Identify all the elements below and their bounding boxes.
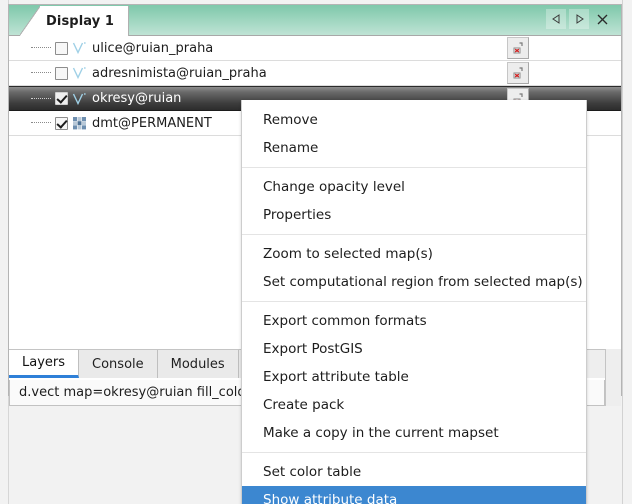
menu-separator [242,301,586,302]
menu-item-export-attribute-table[interactable]: Export attribute table [242,363,586,391]
tab-layers-label: Layers [22,355,66,370]
menu-separator [242,452,586,453]
menu-item-create-pack[interactable]: Create pack [242,391,586,419]
menu-item-export-attribute-table-label: Export attribute table [263,369,409,385]
tab-modules-label: Modules [170,356,225,372]
tree-connector-icon [31,72,51,74]
layer-visibility-checkbox[interactable] [55,116,68,130]
menu-item-export-postgis-label: Export PostGIS [263,341,363,357]
menu-separator [242,234,586,235]
menu-item-zoom-to-selected-maps[interactable]: Zoom to selected map(s) [242,240,586,268]
close-x-icon[interactable] [592,9,612,29]
layer-visibility-checkbox[interactable] [55,41,68,55]
menu-item-rename[interactable]: Rename [242,134,586,162]
layer-visibility-checkbox[interactable] [55,66,68,80]
bottom-panel-right-gutter [605,349,621,406]
raster-layer-icon [72,116,87,130]
layer-remove-button[interactable] [507,37,529,59]
layer-row[interactable]: ulice@ruian_praha [9,36,621,61]
menu-item-remove-label: Remove [263,112,318,128]
window-right-edge [622,0,632,504]
layer-remove-button[interactable] [507,62,529,84]
layer-name: okresy@ruian [92,91,182,106]
layer-name: adresnimista@ruian_praha [92,65,267,81]
menu-item-make-a-copy-in-the-current-mapset[interactable]: Make a copy in the current mapset [242,419,586,447]
tab-display-1[interactable]: Display 1 [40,6,130,36]
menu-item-set-computational-region[interactable]: Set computational region from selected m… [242,268,586,296]
menu-item-change-opacity-level[interactable]: Change opacity level [242,173,586,201]
menu-item-export-common-formats[interactable]: Export common formats [242,307,586,335]
command-text: d.vect map=okresy@ruian fill_color [19,385,251,400]
layer-name: dmt@PERMANENT [92,115,212,131]
menu-item-export-common-formats-label: Export common formats [263,313,427,329]
layer-row[interactable]: adresnimista@ruian_praha [9,61,621,86]
menu-item-remove[interactable]: Remove [242,106,586,134]
vector-layer-icon [72,66,87,80]
menu-item-rename-label: Rename [263,140,319,156]
menu-item-change-opacity-level-label: Change opacity level [263,179,405,195]
layer-visibility-checkbox[interactable] [55,92,68,105]
triangle-left-icon[interactable] [546,9,566,29]
tab-console[interactable]: Console [79,350,158,378]
menu-separator [242,167,586,168]
layer-context-menu[interactable]: Remove Rename Change opacity level Prope… [241,100,587,504]
menu-item-show-attribute-data[interactable]: Show attribute data [242,486,586,504]
menu-item-set-computational-region-label: Set computational region from selected m… [263,274,583,290]
triangle-right-icon[interactable] [569,9,589,29]
menu-item-make-a-copy-in-the-current-mapset-label: Make a copy in the current mapset [263,425,499,441]
vector-layer-icon [72,41,87,55]
menu-item-zoom-to-selected-maps-label: Zoom to selected map(s) [263,246,433,262]
menu-item-export-postgis[interactable]: Export PostGIS [242,335,586,363]
tree-connector-icon [31,97,51,100]
menu-item-set-color-table-label: Set color table [263,464,362,480]
tab-console-label: Console [92,356,144,372]
menu-item-set-color-table[interactable]: Set color table [242,458,586,486]
vector-layer-icon [72,92,87,106]
menu-item-create-pack-label: Create pack [263,397,345,413]
display-tab-controls [546,9,612,29]
tab-slant-decoration [20,6,41,36]
tree-connector-icon [31,47,51,49]
menu-item-properties-label: Properties [263,207,332,223]
app-window: Display 1 ulice@ruian_praha adresnimista… [0,0,632,504]
display-tabbar: Display 1 [9,5,621,36]
menu-item-properties[interactable]: Properties [242,201,586,229]
menu-item-show-attribute-data-label: Show attribute data [263,492,398,504]
tab-display-1-label: Display 1 [46,13,115,29]
tab-modules[interactable]: Modules [157,350,239,378]
tab-layers[interactable]: Layers [9,350,80,378]
tree-connector-icon [31,122,51,124]
layer-name: ulice@ruian_praha [92,40,214,56]
